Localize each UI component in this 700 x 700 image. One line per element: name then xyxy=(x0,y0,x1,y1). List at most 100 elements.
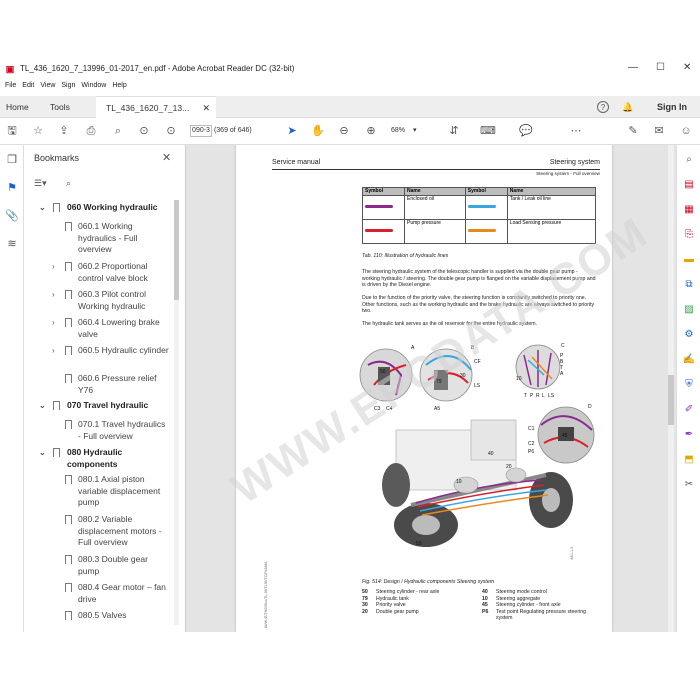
chevron-right-icon[interactable]: › xyxy=(52,289,55,301)
comment-icon[interactable]: 💬 xyxy=(519,124,533,138)
figure-label: 40 xyxy=(488,451,494,457)
table-header: Symbol xyxy=(362,187,405,196)
page-count-label: (369 of 646) xyxy=(213,127,252,134)
edit-pdf-icon[interactable]: ▨ xyxy=(682,303,696,317)
document-viewer[interactable]: Service manual Steering system Steering … xyxy=(186,145,676,632)
line-symbol xyxy=(362,219,405,244)
sign-icon[interactable]: ✒ xyxy=(682,428,696,442)
attachment-icon[interactable]: 📎 xyxy=(5,209,19,223)
layers-icon[interactable]: ≋ xyxy=(5,237,19,251)
print-icon[interactable]: ⎙ xyxy=(84,124,98,138)
bookmark-flag-icon xyxy=(65,475,72,484)
figure-label: C2 xyxy=(528,441,535,447)
zoom-search-icon[interactable]: ⌕ xyxy=(111,124,125,138)
organize-pages-icon[interactable]: ⧉ xyxy=(682,278,696,292)
comment-tool-icon[interactable]: ▬ xyxy=(682,253,696,267)
menu-help[interactable]: Help xyxy=(112,82,126,96)
star-icon[interactable]: ☆ xyxy=(31,124,45,138)
bookmark-options-icon[interactable]: ☰▾ xyxy=(34,178,47,189)
pdf-page: Service manual Steering system Steering … xyxy=(236,145,612,632)
side-document-code: LWW-/E/TH0/36xx/TL-36/TL36/TC/P44/M/L xyxy=(263,560,268,629)
table-cell: Tank / Leak oil line xyxy=(506,195,597,220)
scrollbar-thumb[interactable] xyxy=(174,200,179,300)
zoom-out-icon[interactable]: ⊖ xyxy=(337,124,351,138)
figure-label: P xyxy=(530,393,534,399)
zoom-level-select[interactable]: 68% ▾ xyxy=(391,125,431,137)
upload-cloud-icon[interactable]: ⇪ xyxy=(57,124,71,138)
figure-caption: Fig. 514: Design / Hydraulic components … xyxy=(362,579,495,585)
legend-item: P6 Test point Regulating pressure steerin… xyxy=(482,608,586,622)
zoom-search-icon[interactable]: ⌕ xyxy=(682,153,696,167)
table-cell: Enclosed oil xyxy=(404,195,466,220)
close-panel-icon[interactable]: ✕ xyxy=(162,151,171,164)
zoom-in-icon[interactable]: ⊕ xyxy=(364,124,378,138)
chevron-down-icon[interactable]: ⌄ xyxy=(39,400,46,412)
page-number-input[interactable]: 090-3 xyxy=(190,125,212,137)
figure-label: C3 xyxy=(374,406,381,412)
send-for-review-icon[interactable]: ⬒ xyxy=(682,453,696,467)
bookmark-search-icon[interactable]: ⌕ xyxy=(66,178,71,189)
acrobat-app-icon: ▣ xyxy=(5,63,15,74)
figure-label: B xyxy=(471,345,475,351)
chevron-right-icon[interactable]: › xyxy=(52,261,55,273)
bookmarks-title: Bookmarks xyxy=(34,153,80,163)
sign-in-button[interactable]: Sign In xyxy=(657,96,687,118)
menu-window[interactable]: Window xyxy=(81,82,106,96)
detail-circle-c xyxy=(515,344,561,390)
main-toolbar: 🖫 ☆ ⇪ ⎙ ⌕ ⊙ ⊙ 090-3 (369 of 646) ➤ ✋ ⊖ ⊕… xyxy=(0,118,700,145)
tab-document-label: TL_436_1620_7_13... xyxy=(106,103,190,113)
zoom-value: 68% xyxy=(391,127,406,134)
create-pdf-icon[interactable]: ▤ xyxy=(682,178,696,192)
account-icon[interactable]: ☺ xyxy=(679,124,693,138)
hand-tool-icon[interactable]: ✋ xyxy=(311,124,325,138)
chevron-down-icon[interactable]: ⌄ xyxy=(39,447,46,459)
paragraph: The steering hydraulic system of the tel… xyxy=(362,269,596,288)
protect-icon[interactable]: ⛨ xyxy=(682,378,696,392)
chevron-right-icon[interactable]: › xyxy=(52,345,55,357)
bookmark-icon[interactable]: ⚑ xyxy=(5,181,19,195)
page-up-icon[interactable]: ⊙ xyxy=(137,124,151,138)
tab-tools[interactable]: Tools xyxy=(50,96,70,118)
scrollbar-thumb[interactable] xyxy=(668,375,674,425)
page-view-icon[interactable]: ⇵ xyxy=(447,124,461,138)
more-tools-icon[interactable]: ✂ xyxy=(682,478,696,492)
figure-label: 50 xyxy=(380,369,386,375)
fill-sign-icon[interactable]: ✍ xyxy=(682,353,696,367)
more-icon[interactable]: ⋯ xyxy=(569,124,583,138)
close-window-icon[interactable]: ✕ xyxy=(683,62,691,73)
menu-view[interactable]: View xyxy=(40,82,55,96)
combine-files-icon[interactable]: ▦ xyxy=(682,203,696,217)
request-signature-icon[interactable]: ✐ xyxy=(682,403,696,417)
minimize-icon[interactable]: — xyxy=(628,62,638,73)
menu-file[interactable]: File xyxy=(5,82,16,96)
save-icon[interactable]: 🖫 xyxy=(5,124,19,138)
figure-label: 50 xyxy=(416,541,422,547)
table-header-row: Symbol Name Symbol Name xyxy=(362,187,597,196)
menu-edit[interactable]: Edit xyxy=(22,82,34,96)
line-symbol xyxy=(362,195,405,220)
chevron-down-icon[interactable]: ⌄ xyxy=(39,202,46,214)
maximize-icon[interactable]: ☐ xyxy=(656,62,665,73)
bookmark-flag-icon xyxy=(65,515,72,524)
tab-document[interactable]: TL_436_1620_7_13... ✕ xyxy=(96,96,216,118)
menu-sign[interactable]: Sign xyxy=(61,82,75,96)
page-down-icon[interactable]: ⊙ xyxy=(164,124,178,138)
viewer-scrollbar[interactable] xyxy=(668,145,674,632)
chevron-right-icon[interactable]: › xyxy=(52,317,55,329)
scan-ocr-icon[interactable]: ⚙ xyxy=(682,328,696,342)
chevron-down-icon: ▾ xyxy=(412,127,417,134)
figure-label: CF xyxy=(474,359,481,365)
mail-icon[interactable]: ✉ xyxy=(652,124,666,138)
bell-icon[interactable]: 🔔 xyxy=(622,101,634,113)
close-tab-icon[interactable]: ✕ xyxy=(202,97,210,119)
page-thumbnails-icon[interactable]: ❐ xyxy=(5,153,19,167)
bookmark-flag-icon xyxy=(65,346,72,355)
bookmark-flag-icon xyxy=(53,448,60,457)
keyboard-icon[interactable]: ⌨ xyxy=(480,124,496,138)
sign-pen-icon[interactable]: ✎ xyxy=(626,124,640,138)
export-pdf-icon[interactable]: ⎘ xyxy=(682,228,696,242)
bookmarks-scrollbar[interactable] xyxy=(174,200,179,625)
tab-home[interactable]: Home xyxy=(6,96,29,118)
help-icon[interactable]: ? xyxy=(597,101,609,113)
select-cursor-icon[interactable]: ➤ xyxy=(285,124,299,138)
